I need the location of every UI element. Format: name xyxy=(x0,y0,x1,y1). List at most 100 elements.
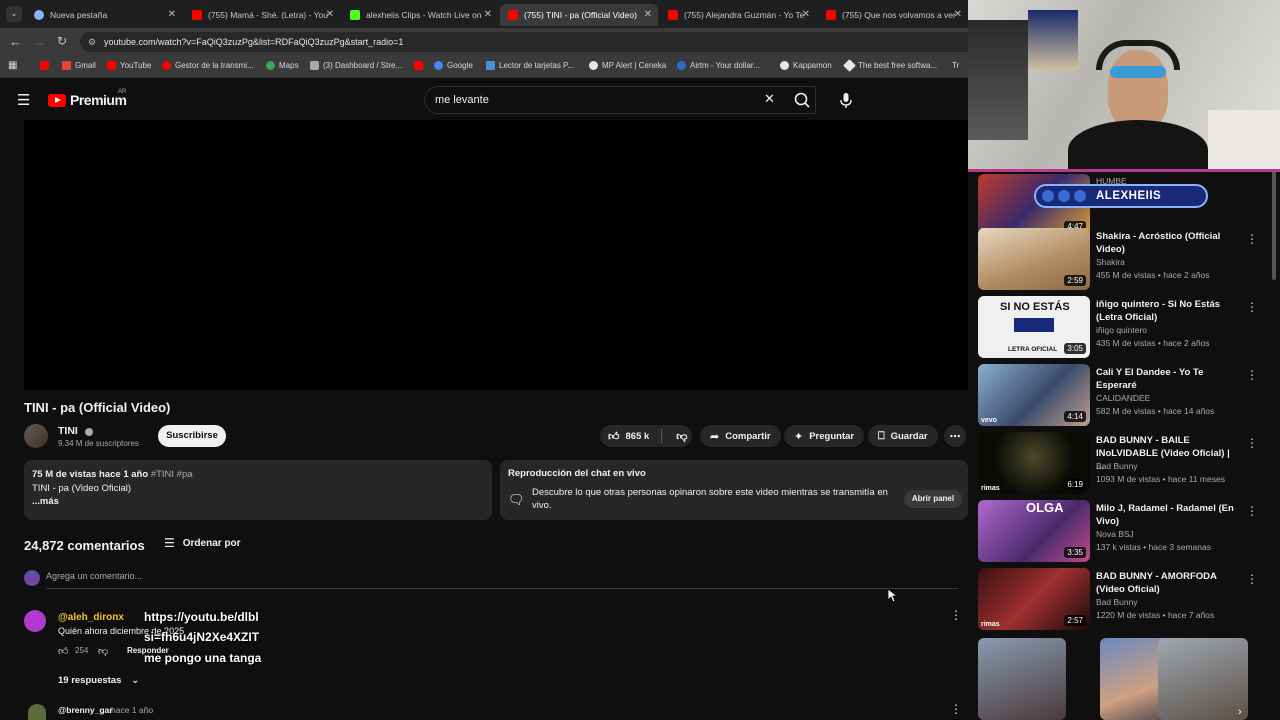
comment-more-icon[interactable]: ⋮ xyxy=(950,702,962,716)
video-thumbnail[interactable]: OLGA 3:35 xyxy=(978,500,1090,562)
commenter-avatar[interactable] xyxy=(28,704,46,720)
back-arrow-icon[interactable]: ← xyxy=(9,34,22,49)
bookmark-google[interactable]: Google xyxy=(434,61,473,70)
forward-arrow-icon[interactable]: → xyxy=(33,34,46,49)
youtube-play-icon xyxy=(48,93,66,107)
comment-author[interactable]: @brenny_gar xyxy=(58,705,113,715)
more-vertical-icon[interactable]: ⋮ xyxy=(1246,232,1258,246)
recommendation-item[interactable]: SI NO ESTÁS LETRA OFICIAL 3:05 iñigo qui… xyxy=(978,296,1268,360)
comment-more-icon[interactable]: ⋮ xyxy=(950,608,962,622)
chat-replay-text: Descubre lo que otras personas opinaron … xyxy=(532,487,888,511)
comment-time: hace 1 año xyxy=(111,705,154,715)
bookmark-label: YouTube xyxy=(120,61,152,70)
clear-search-icon[interactable]: ✕ xyxy=(764,91,775,107)
more-vertical-icon[interactable]: ⋮ xyxy=(1246,436,1258,450)
bookmark-mp-alert[interactable]: MP Alert | Ceneka xyxy=(589,61,666,70)
more-vertical-icon[interactable]: ⋮ xyxy=(1246,300,1258,314)
dislike-button[interactable]: 👎︎ xyxy=(668,430,687,443)
bookmark-software[interactable]: The best free softwa... xyxy=(843,59,937,72)
browser-tab[interactable]: alexheiis Clips - Watch Live on ✕ xyxy=(342,4,498,26)
more-actions-button[interactable]: ⋯ xyxy=(944,425,966,447)
voice-search-button[interactable] xyxy=(832,86,860,114)
youtube-icon xyxy=(826,10,836,20)
youtube-icon xyxy=(668,10,678,20)
bookmark-label: Airtm - Your dollar... xyxy=(690,61,760,70)
comment-author[interactable]: @aleh_dironx xyxy=(58,612,124,623)
youtube-logo[interactable]: Premium xyxy=(48,92,127,108)
sort-comments-button[interactable]: ☰ Ordenar por xyxy=(164,536,241,550)
shorts-thumbnail[interactable] xyxy=(1158,638,1248,720)
bookmark-airtm[interactable]: Airtm - Your dollar... xyxy=(677,61,760,70)
close-tab-icon[interactable]: ✕ xyxy=(484,9,492,20)
more-vertical-icon[interactable]: ⋮ xyxy=(1246,572,1258,586)
recommendation-item[interactable]: vevo 4:14 Cali Y El Dandee - Yo Te Esper… xyxy=(978,364,1268,428)
close-tab-icon[interactable]: ✕ xyxy=(168,9,176,20)
video-description[interactable]: 75 M de vistas hace 1 año #TINI #pa TINI… xyxy=(24,460,492,520)
browser-tab[interactable]: (755) Mamá - Shé. (Letra) - You ✕ xyxy=(184,4,340,26)
add-comment-input[interactable]: Agrega un comentario... xyxy=(46,571,958,589)
ask-label: Preguntar xyxy=(809,430,855,442)
bookmark-tr[interactable]: Tr xyxy=(952,61,959,70)
channel-avatar[interactable] xyxy=(24,424,48,448)
hashtags[interactable]: #TINI #pa xyxy=(151,469,193,480)
bookmark-dashboard[interactable]: (3) Dashboard / Stre... xyxy=(310,61,402,70)
tiktok-icon xyxy=(1042,190,1054,202)
browser-tab[interactable]: (755) Alejandra Guzmán - Yo Te ✕ xyxy=(660,4,816,26)
video-thumbnail[interactable]: SI NO ESTÁS LETRA OFICIAL 3:05 xyxy=(978,296,1090,358)
like-button[interactable]: 👍︎ 865 k xyxy=(600,430,649,443)
more-vertical-icon[interactable]: ⋮ xyxy=(1246,504,1258,518)
open-panel-button[interactable]: Abrir panel xyxy=(904,490,962,508)
bookmark-gestor[interactable]: Gestor de la transmi... xyxy=(162,61,254,70)
subscribe-button[interactable]: Suscribirse xyxy=(158,425,226,447)
close-tab-icon[interactable]: ✕ xyxy=(326,9,334,20)
duration-badge: 3:05 xyxy=(1064,343,1086,354)
bookmark-maps[interactable]: Maps xyxy=(266,61,299,70)
bookmark-gmail[interactable]: Gmail xyxy=(62,61,96,70)
bookmark-youtube-2[interactable] xyxy=(414,61,427,70)
comment-like-icon[interactable]: 👍︎ xyxy=(58,645,68,657)
video-thumbnail[interactable]: 2:59 xyxy=(978,228,1090,290)
apps-grid-icon[interactable]: ▦ xyxy=(8,60,17,71)
ask-button[interactable]: ✦ Preguntar xyxy=(784,425,865,447)
show-replies-button[interactable]: 19 respuestas ⌄ xyxy=(58,675,139,686)
browser-tab[interactable]: (755) Que nos volvamos a ver ✕ xyxy=(818,4,968,26)
browser-tab[interactable]: Nueva pestaña ✕ xyxy=(26,4,182,26)
browser-tab-active[interactable]: (755) TINI - pa (Official Video) ✕ xyxy=(500,4,658,26)
site-info-icon[interactable]: ⚙ xyxy=(88,32,96,52)
video-thumbnail[interactable]: rimas 6:19 xyxy=(978,432,1090,494)
search-icon xyxy=(794,92,810,108)
search-input[interactable]: me levante xyxy=(424,86,816,114)
chevron-right-icon[interactable]: › xyxy=(1238,706,1242,718)
dashboard-icon xyxy=(310,61,319,70)
bookmark-item[interactable] xyxy=(40,61,53,70)
recommendation-item[interactable]: OLGA 3:35 Milo J, Radamel - Radamel (En … xyxy=(978,500,1268,564)
comment-dislike-icon[interactable]: 👎︎ xyxy=(98,645,108,657)
bookmark-lector[interactable]: Lector de tarjetas P... xyxy=(486,61,574,70)
close-tab-icon[interactable]: ✕ xyxy=(644,9,652,20)
bookmark-kappamon[interactable]: Kappamon xyxy=(780,61,832,70)
video-thumbnail[interactable]: rimas 2:57 xyxy=(978,568,1090,630)
recommendation-item[interactable]: rimas 6:19 BAD BUNNY - BAILE INoLVIDABLE… xyxy=(978,432,1268,496)
bookmark-youtube[interactable]: YouTube xyxy=(107,61,151,70)
recommendation-item[interactable]: 2:59 Shakira - Acróstico (Official Video… xyxy=(978,228,1268,292)
youtube-studio-icon xyxy=(162,61,171,70)
commenter-avatar[interactable] xyxy=(24,610,46,632)
save-button[interactable]: ⎕ Guardar xyxy=(868,425,938,447)
thumbnail-title-text: SI NO ESTÁS xyxy=(1000,301,1070,313)
share-button[interactable]: ➦ Compartir xyxy=(700,425,781,447)
video-thumbnail[interactable]: vevo 4:14 xyxy=(978,364,1090,426)
tab-search-chevron-icon[interactable]: ⌄ xyxy=(6,6,22,22)
show-more-link[interactable]: ...más xyxy=(32,495,484,509)
channel-name[interactable]: TINI xyxy=(58,425,78,437)
duration-badge: 6:19 xyxy=(1064,479,1086,490)
video-player[interactable] xyxy=(24,120,968,390)
close-tab-icon[interactable]: ✕ xyxy=(802,9,810,20)
subscribe-label: Suscribirse xyxy=(166,430,218,441)
shorts-thumbnail[interactable] xyxy=(978,638,1066,720)
reload-icon[interactable]: ↻ xyxy=(57,34,67,48)
close-tab-icon[interactable]: ✕ xyxy=(954,9,962,20)
hamburger-menu-icon[interactable]: ☰ xyxy=(17,91,30,109)
recommendation-item[interactable]: rimas 2:57 BAD BUNNY - AMORFODA (Video O… xyxy=(978,568,1268,632)
search-button[interactable] xyxy=(784,86,822,114)
more-vertical-icon[interactable]: ⋮ xyxy=(1246,368,1258,382)
